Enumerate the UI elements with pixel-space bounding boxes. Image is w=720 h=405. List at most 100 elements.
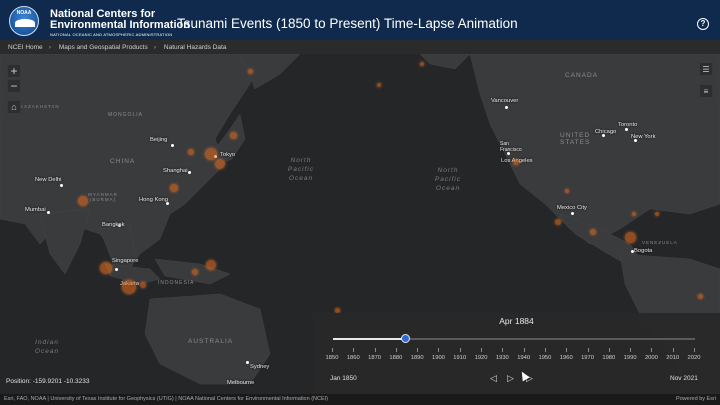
attribution-text: Esri, FAO, NOAA | University of Texas In…	[4, 396, 329, 402]
tsunami-event-marker[interactable]	[122, 280, 136, 294]
time-slider-fill	[333, 338, 406, 340]
tsunami-event-marker[interactable]	[590, 229, 596, 235]
region-label-kazakhstan: KAZAKHSTAN	[20, 104, 60, 109]
time-slider-tick-label: 2010	[666, 355, 680, 361]
time-slider-tick-mark	[566, 348, 568, 352]
city-label-new-delhi: New Delhi	[35, 177, 62, 183]
ocean-label-indian: Indian Ocean	[34, 339, 60, 355]
tsunami-event-marker[interactable]	[206, 260, 216, 270]
city-label-melbourne: Melbourne	[227, 380, 255, 386]
breadcrumb-separator-icon: ›	[153, 43, 156, 51]
tsunami-event-marker[interactable]	[655, 212, 659, 216]
time-slider-tick-mark	[332, 348, 333, 352]
ocean-label-north-pacific-west: North Pacific Ocean	[287, 157, 315, 182]
layer-list-icon[interactable]: ☰	[699, 62, 713, 76]
tsunami-event-marker[interactable]	[420, 62, 424, 66]
city-dot	[171, 144, 174, 147]
city-dot	[571, 212, 574, 215]
time-slider-tick-mark	[651, 348, 653, 352]
tsunami-event-marker[interactable]	[192, 269, 198, 275]
time-slider-tick-label: 1950	[538, 355, 552, 361]
city-dot	[188, 171, 191, 174]
city-label-sydney: Sydney	[250, 364, 270, 370]
legend-icon[interactable]: ≡	[699, 84, 713, 98]
time-slider-ticks: 1850 1860 1870 1880 1890 1900 1910 1920 1930 1940…	[323, 348, 703, 365]
ocean-label-north-pacific-east: North Pacific Ocean	[434, 167, 462, 192]
help-icon[interactable]: ?	[697, 18, 709, 30]
time-slider-tick-label: 1940	[517, 355, 531, 361]
tsunami-event-marker[interactable]	[100, 262, 112, 274]
tsunami-event-marker[interactable]	[78, 196, 88, 206]
tsunami-event-marker[interactable]	[215, 159, 225, 169]
city-label-chicago: Chicago	[595, 129, 617, 135]
region-label-united-states: UNITED STATES	[560, 132, 591, 146]
time-slider-tick-label: 1960	[559, 355, 573, 361]
tsunami-event-marker[interactable]	[625, 232, 636, 243]
org-title-line2: Environmental Information	[50, 19, 190, 31]
org-title[interactable]: National Centers for Environmental Infor…	[50, 9, 190, 31]
city-dot	[47, 211, 50, 214]
powered-by-esri[interactable]: Powered by Esri	[676, 394, 716, 405]
breadcrumb-ncei-home[interactable]: NCEI Home	[8, 44, 43, 51]
tsunami-event-marker[interactable]	[632, 212, 636, 216]
tsunami-event-marker[interactable]	[140, 282, 146, 288]
time-slider-track[interactable]	[333, 334, 695, 343]
time-slider-thumb[interactable]	[400, 334, 410, 343]
city-dot	[246, 361, 249, 364]
city-label-bangkok: Bangkok	[102, 222, 125, 228]
org-subtitle: NATIONAL OCEANIC AND ATMOSPHERIC ADMINIS…	[50, 32, 173, 37]
home-icon[interactable]: ⌂	[7, 100, 21, 114]
time-slider-tick-mark	[502, 348, 504, 352]
tsunami-event-marker[interactable]	[377, 83, 381, 87]
time-slider-tick-label: 1970	[581, 355, 594, 361]
city-label-mexico-city: Mexico City	[557, 205, 587, 211]
time-slider-tick-mark	[374, 348, 376, 352]
region-label-australia: AUSTRALIA	[188, 338, 234, 345]
breadcrumb: NCEI Home › Maps and Geospatial Products…	[0, 40, 720, 54]
city-label-mumbai: Mumbai	[25, 207, 46, 213]
previous-icon[interactable]: ◁	[490, 373, 497, 384]
tsunami-event-marker[interactable]	[188, 149, 194, 155]
city-dot	[505, 106, 508, 109]
time-slider-tick-label: 1930	[495, 355, 509, 361]
logo-bird-shape	[15, 19, 35, 27]
tsunami-event-marker[interactable]	[698, 294, 703, 299]
time-slider-tick-mark	[417, 348, 419, 352]
time-slider-tick-label: 2000	[644, 355, 658, 361]
breadcrumb-natural-hazards[interactable]: Natural Hazards Data	[164, 44, 227, 51]
time-slider-tick-mark	[395, 348, 397, 352]
time-slider-tick-mark	[438, 348, 440, 352]
city-label-bogota: Bogota	[634, 248, 653, 254]
time-slider-tick-label: 1860	[346, 355, 360, 361]
noaa-logo[interactable]: NOAA	[9, 6, 39, 36]
region-label-indonesia: INDONESIA	[158, 280, 195, 286]
time-slider-tick-label: 1980	[602, 355, 616, 361]
start-date-label: Jan 1850	[330, 375, 357, 382]
time-slider-tick-label: 1850	[325, 355, 339, 361]
time-slider-tick-label: 2020	[687, 355, 701, 361]
tsunami-event-marker[interactable]	[230, 132, 237, 139]
time-slider-panel: Apr 1884 1850 1860 1870 1880 1890 1900 1910 192…	[313, 313, 720, 394]
region-label-mongolia: MONGOLIA	[108, 112, 143, 118]
tsunami-event-marker[interactable]	[248, 69, 253, 74]
region-label-venezuela: VENEZUELA	[642, 240, 678, 245]
time-slider-tick-mark	[587, 348, 589, 352]
time-slider-tick-label: 1910	[453, 355, 467, 361]
time-slider-tick-mark	[459, 348, 461, 352]
breadcrumb-maps-geospatial[interactable]: Maps and Geospatial Products	[59, 44, 148, 51]
region-label-china: CHINA	[110, 158, 136, 165]
tsunami-event-marker[interactable]	[513, 159, 519, 165]
tsunami-event-marker[interactable]	[205, 148, 217, 160]
tsunami-event-marker[interactable]	[555, 219, 561, 225]
play-icon[interactable]: ▷	[507, 373, 514, 384]
zoom-out-button[interactable]: −	[7, 79, 21, 93]
tsunami-event-marker[interactable]	[565, 189, 569, 193]
time-slider-tick-mark	[672, 348, 674, 352]
city-label-tokyo: Tokyo	[220, 152, 236, 158]
zoom-in-button[interactable]: +	[7, 64, 21, 78]
map-attribution-bar: Esri, FAO, NOAA | University of Texas In…	[0, 394, 720, 405]
time-slider-tick-mark	[608, 348, 610, 352]
position-readout: Position: -159.9201 -10.3233	[6, 378, 90, 385]
region-label-myanmar: MYANMAR (BURMA)	[88, 192, 118, 202]
tsunami-event-marker[interactable]	[170, 184, 178, 192]
